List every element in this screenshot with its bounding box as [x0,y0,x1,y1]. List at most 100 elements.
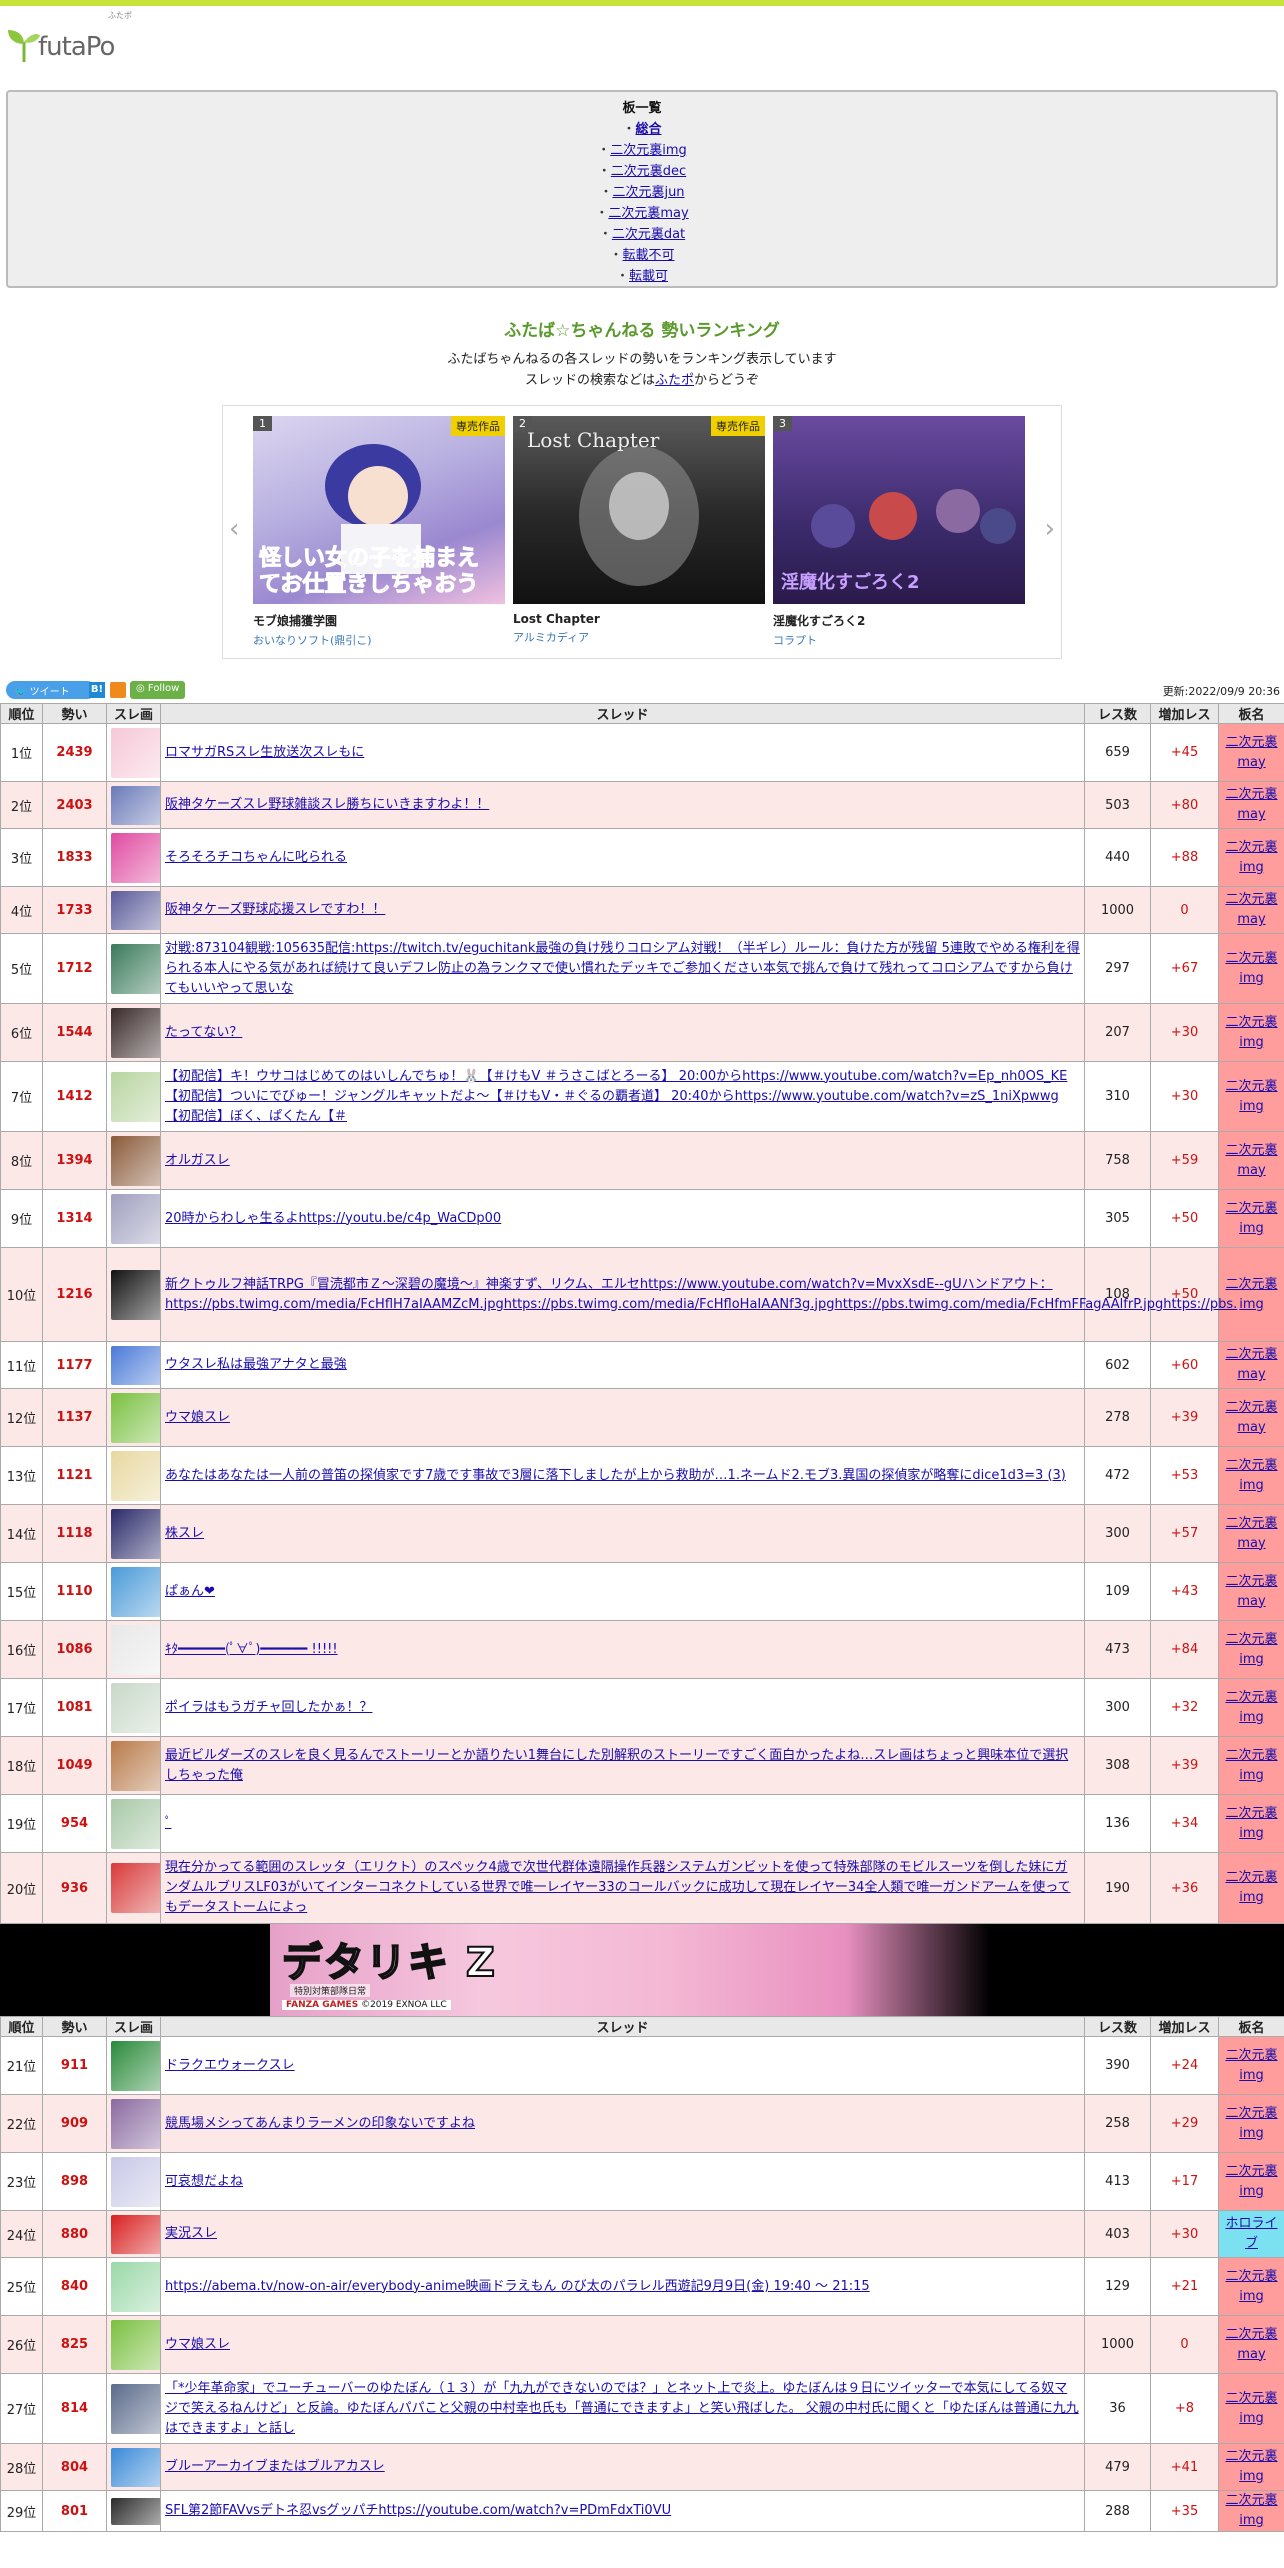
tweet-button[interactable]: 🐦 ツイート [6,681,96,699]
thread-thumbnail[interactable] [111,1450,161,1501]
board-name-link[interactable]: ホロライブ [1225,2216,1277,2251]
thread-thumbnail-cell[interactable] [106,2210,161,2258]
thread-thumbnail-cell[interactable] [106,1131,161,1190]
thread-thumbnail[interactable] [111,2319,161,2370]
thread-thumbnail[interactable] [111,1345,161,1385]
product-maker[interactable]: おいなりソフト(鼎引こ) [253,632,505,648]
board-link-dat[interactable]: 二次元裏dat [612,227,685,242]
board-name-link[interactable]: 二次元裏 may [1225,787,1277,822]
thread-thumbnail-cell[interactable] [106,1247,161,1342]
thread-thumbnail[interactable] [111,1682,161,1733]
thread-thumbnail[interactable] [111,1269,161,1320]
board-name-link[interactable]: 二次元裏 may [1225,1347,1277,1382]
board-name-link[interactable]: 二次元裏 img [1225,840,1277,875]
thread-thumbnail-cell[interactable] [106,2315,161,2374]
thread-thumbnail-cell[interactable] [106,1446,161,1505]
thread-link[interactable]: 競馬場メシってあんまりラーメンの印象ないですよね [165,2116,475,2131]
thread-link[interactable]: オルガスレ [165,1153,230,1168]
thread-thumbnail-cell[interactable] [106,828,161,887]
product-cover[interactable]: 2 専売作品 Lost Chapter [513,416,765,604]
board-name-link[interactable]: 二次元裏 img [1225,1079,1277,1114]
thread-link[interactable]: 【初配信】キ！ウサコはじめてのはいしんでちゅ！🐰【＃けもV ＃うさこばとろーる】… [165,1069,1067,1124]
board-name-link[interactable]: 二次元裏 img [1225,1015,1277,1050]
thread-thumbnail-cell[interactable] [106,723,161,782]
thread-thumbnail-cell[interactable] [106,1061,161,1132]
board-link-img[interactable]: 二次元裏img [610,143,687,158]
thread-thumbnail-cell[interactable] [106,1620,161,1679]
thread-link[interactable]: あなたはあなたは一人前の普笛の探偵家です7歳です事故で3層に落下しましたが上から… [165,1468,1066,1483]
thread-thumbnail[interactable] [111,1071,161,1122]
thread-thumbnail[interactable] [111,1624,161,1675]
carousel-item[interactable]: 3 淫魔化すごろく2 淫魔化すごろく2 コラプト [773,416,1025,648]
thread-thumbnail[interactable] [111,2497,161,2525]
board-link-jun[interactable]: 二次元裏jun [612,185,684,200]
board-name-link[interactable]: 二次元裏 img [1225,2493,1277,2528]
board-name-link[interactable]: 二次元裏 may [1225,1143,1277,1178]
board-name-link[interactable]: 二次元裏 img [1225,1748,1277,1783]
thread-thumbnail-cell[interactable] [106,1003,161,1062]
thread-thumbnail[interactable] [111,727,161,778]
thread-thumbnail-cell[interactable] [106,1678,161,1737]
thread-link[interactable]: ポイラはもうガチャ回したかぁ！？ [165,1700,372,1715]
thread-link[interactable]: ぱぁん❤ [165,1584,215,1599]
thread-thumbnail-cell[interactable] [106,1562,161,1621]
board-name-link[interactable]: 二次元裏 img [1225,1632,1277,1667]
thread-thumbnail[interactable] [111,2214,161,2254]
thread-link[interactable]: 対戦:873104観戦:105635配信:https://twitch.tv/e… [165,941,1080,996]
board-name-link[interactable]: 二次元裏 may [1225,1574,1277,1609]
thread-link[interactable]: 最近ビルダーズのスレを良く見るんでストーリーとか語りたい1舞台にした別解釈のスト… [165,1748,1068,1783]
thread-thumbnail-cell[interactable] [106,2490,161,2532]
board-link-sougou[interactable]: 総合 [636,122,662,137]
board-name-link[interactable]: 二次元裏 may [1225,1516,1277,1551]
thread-thumbnail[interactable] [111,1392,161,1443]
thread-thumbnail[interactable] [111,2383,161,2434]
thread-link[interactable]: 可哀想だよね [165,2174,243,2189]
board-name-link[interactable]: 二次元裏 img [1225,951,1277,986]
thread-thumbnail[interactable] [111,1007,161,1058]
board-link-tensai-fuka[interactable]: 転載不可 [623,248,675,263]
board-link-may[interactable]: 二次元裏may [608,206,688,221]
thread-thumbnail-cell[interactable] [106,1504,161,1563]
thread-thumbnail[interactable] [111,1135,161,1186]
product-title[interactable]: 淫魔化すごろく2 [773,612,1025,629]
thread-link[interactable]: たってない？ [165,1025,242,1040]
thread-thumbnail-cell[interactable] [106,2257,161,2316]
board-name-link[interactable]: 二次元裏 img [1225,2048,1277,2083]
thread-thumbnail-cell[interactable] [106,1189,161,1248]
thread-link[interactable]: ﾟ [165,1816,172,1831]
product-cover[interactable]: 1 専売作品 怪しい女の子を捕まえてお仕置きしちゃおう [253,416,505,604]
board-name-link[interactable]: 二次元裏 img [1225,2449,1277,2484]
thread-link[interactable]: ウマ娘スレ [165,2337,230,2352]
thread-thumbnail-cell[interactable] [106,1736,161,1795]
thread-thumbnail[interactable] [111,943,161,994]
site-logo[interactable]: futaPo [6,24,115,62]
board-name-link[interactable]: 二次元裏 img [1225,2106,1277,2141]
thread-thumbnail-cell[interactable] [106,2094,161,2153]
board-name-link[interactable]: 二次元裏 may [1225,1400,1277,1435]
carousel-item[interactable]: 2 専売作品 Lost Chapter Lost Chapter アルミカディア [513,416,765,645]
thread-link[interactable]: 新クトゥルフ神話TRPG『冒涜都市Ｚ〜深碧の魔境〜』神楽すず、リクム、エルセht… [165,1277,1237,1312]
thread-thumbnail[interactable] [111,1798,161,1849]
product-cover[interactable]: 3 淫魔化すごろく2 [773,416,1025,604]
hatena-bookmark-button[interactable]: B! [89,682,105,698]
thread-link[interactable]: 株スレ [165,1526,204,1541]
board-name-link[interactable]: 二次元裏 may [1225,735,1277,770]
thread-thumbnail-cell[interactable] [106,2036,161,2095]
thread-thumbnail-cell[interactable] [106,1388,161,1447]
thread-link[interactable]: SFL第2節FAVvsデトネ忍vsグッパチhttps://youtube.com… [165,2503,671,2518]
thread-thumbnail-cell[interactable] [106,933,161,1004]
product-title[interactable]: Lost Chapter [513,612,765,626]
board-name-link[interactable]: 二次元裏 img [1225,1201,1277,1236]
thread-link[interactable]: ｷﾀ━━━━━━(ﾟ∀ﾟ)━━━━━━ !!!!! [165,1642,338,1657]
thread-thumbnail[interactable] [111,1508,161,1559]
thread-thumbnail[interactable] [111,832,161,883]
thread-link[interactable]: ブルーアーカイブまたはブルアカスレ [165,2459,385,2474]
thread-thumbnail[interactable] [111,2040,161,2091]
follow-button[interactable]: ◎ Follow [130,681,186,699]
board-name-link[interactable]: 二次元裏 img [1225,1806,1277,1841]
thread-link[interactable]: 実況スレ [165,2226,217,2241]
thread-thumbnail[interactable] [111,2098,161,2149]
thread-link[interactable]: ウタスレ私は最強アナタと最強 [165,1357,347,1372]
thread-link[interactable]: ロマサガRSスレ生放送次スレもに [165,745,364,760]
thread-thumbnail-cell[interactable] [106,2373,161,2444]
